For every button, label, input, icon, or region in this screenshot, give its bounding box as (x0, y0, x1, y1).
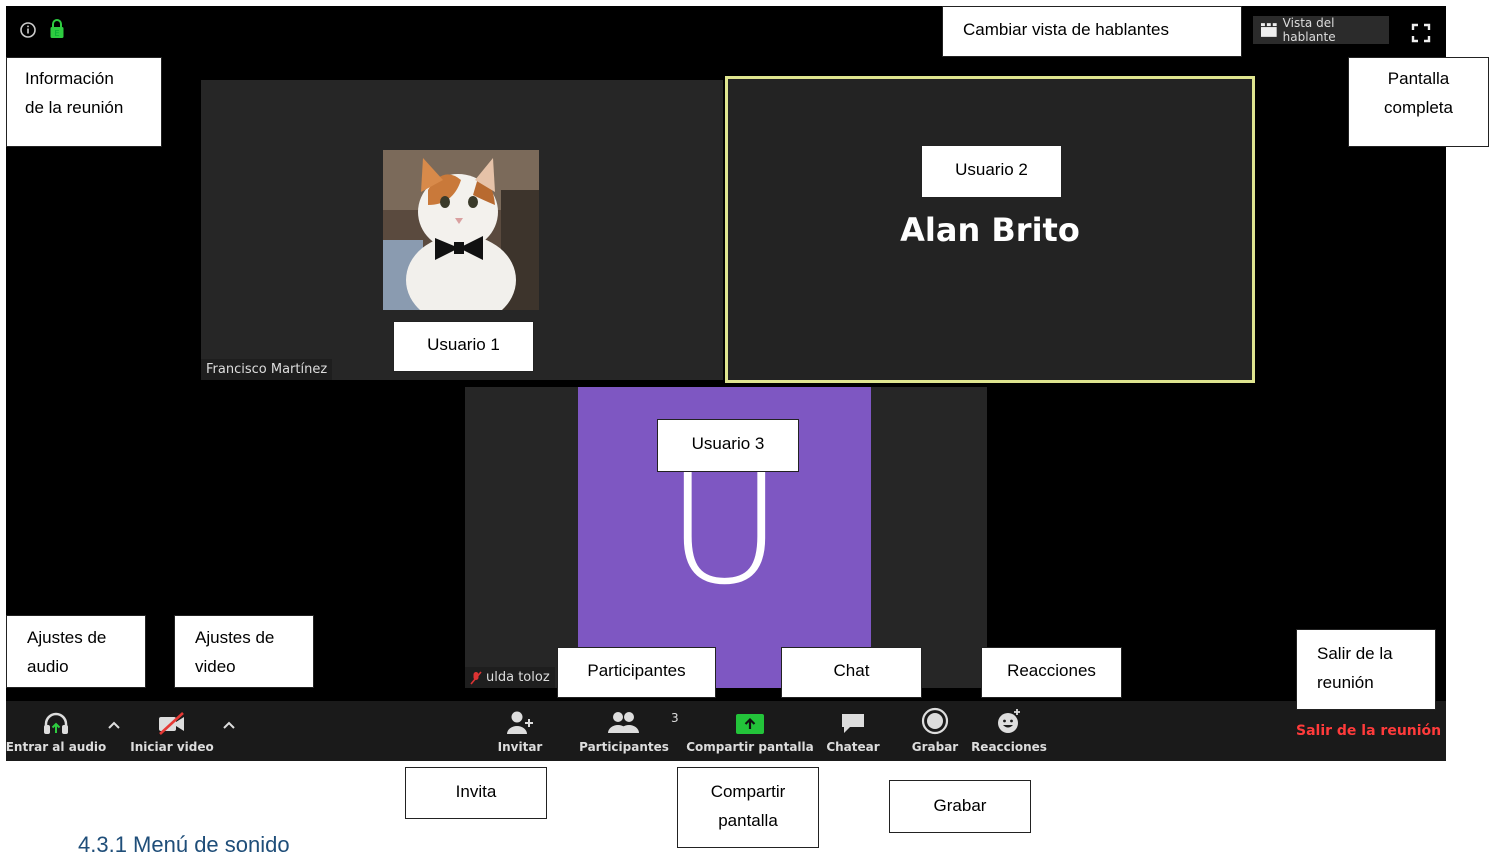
callout-leave-line1: Salir de la (1317, 644, 1393, 663)
callout-video-settings-line1: Ajustes de (195, 628, 275, 647)
callout-record: Grabar (889, 780, 1031, 833)
invite-button[interactable]: Invitar (490, 701, 550, 761)
section-caption: 4.3.1 Menú de sonido (78, 832, 290, 857)
callout-audio-settings-line2: audio (27, 657, 69, 676)
callout-change-view: Cambiar vista de hablantes (942, 6, 1242, 57)
callout-invite: Invita (405, 767, 547, 819)
join-audio-button[interactable]: Entrar al audio (6, 701, 107, 761)
callout-audio-settings: Ajustes de audio (6, 615, 146, 688)
svg-text:E: E (54, 29, 59, 38)
fullscreen-icon[interactable] (1410, 22, 1432, 44)
share-screen-icon (736, 714, 764, 734)
callout-share-screen: Compartir pantalla (677, 767, 819, 848)
record-label: Grabar (911, 740, 959, 754)
user1-profile-picture (383, 150, 539, 310)
callout-fullscreen-line2: completa (1384, 98, 1453, 117)
share-screen-label: Compartir pantalla (686, 740, 814, 754)
chat-label: Chatear (826, 740, 880, 754)
speaker-view-label: Vista del hablante (1282, 16, 1336, 44)
video-off-icon (159, 712, 184, 735)
headphones-icon (44, 712, 68, 734)
participants-label: Participantes (579, 740, 669, 754)
callout-video-settings-line2: video (195, 657, 236, 676)
participant-count-badge: 3 (671, 711, 679, 725)
callout-user3: Usuario 3 (657, 419, 799, 472)
share-screen-button[interactable]: Compartir pantalla (686, 701, 814, 761)
invite-label: Invitar (497, 740, 543, 754)
reaction-smiley-icon (998, 709, 1020, 733)
muted-mic-icon (470, 670, 482, 685)
audio-settings-caret-icon[interactable] (107, 719, 121, 731)
user3-name-tag: ulda toloz (465, 667, 555, 688)
callout-share-screen-line1: Compartir (710, 782, 786, 801)
callout-meeting-info: Información de la reunión (6, 57, 162, 147)
reactions-button[interactable]: Reacciones (971, 701, 1047, 761)
participants-icon (608, 712, 639, 733)
chat-icon (842, 714, 864, 733)
callout-fullscreen-line1: Pantalla (1387, 69, 1450, 88)
callout-leave-line2: reunión (1317, 673, 1374, 692)
participants-button[interactable]: 3 Participantes (579, 701, 679, 761)
encryption-lock-icon[interactable]: E (48, 18, 66, 40)
start-video-label: Iniciar video (130, 740, 214, 754)
user1-name-tag: Francisco Martínez (201, 359, 333, 380)
callout-audio-settings-line1: Ajustes de (27, 628, 107, 647)
reactions-label: Reacciones (971, 740, 1047, 754)
callout-meeting-info-line1: Información (25, 69, 114, 88)
info-icon[interactable] (18, 20, 38, 40)
callout-share-screen-line2: pantalla (718, 811, 778, 830)
add-user-icon (507, 711, 533, 734)
grid-view-icon (1261, 23, 1277, 37)
user2-display-name: Alan Brito (900, 211, 1080, 249)
leave-meeting-button[interactable]: Salir de la reunión (1296, 723, 1441, 739)
user3-name: ulda toloz (486, 670, 550, 685)
video-settings-caret-icon[interactable] (222, 719, 236, 731)
record-button[interactable]: Grabar (908, 701, 962, 761)
callout-leave-meeting: Salir de la reunión (1296, 629, 1436, 710)
record-icon (921, 707, 949, 735)
chat-button[interactable]: Chatear (826, 701, 880, 761)
speaker-view-button[interactable]: Vista del hablante (1253, 16, 1389, 44)
callout-user1: Usuario 1 (393, 321, 534, 372)
callout-user2: Usuario 2 (921, 145, 1062, 198)
callout-reactions: Reacciones (981, 647, 1122, 698)
callout-video-settings: Ajustes de video (174, 615, 314, 688)
video-tile-user2-active-speaker[interactable]: Alan Brito (725, 76, 1255, 383)
callout-chat: Chat (781, 647, 922, 698)
meeting-toolbar: Entrar al audio Iniciar video Invitar 3 … (6, 701, 1446, 761)
callout-participants: Participantes (557, 647, 716, 698)
join-audio-label: Entrar al audio (6, 740, 107, 754)
callout-fullscreen: Pantalla completa (1348, 57, 1489, 147)
start-video-button[interactable]: Iniciar video (130, 701, 214, 761)
callout-meeting-info-line2: de la reunión (25, 98, 124, 117)
